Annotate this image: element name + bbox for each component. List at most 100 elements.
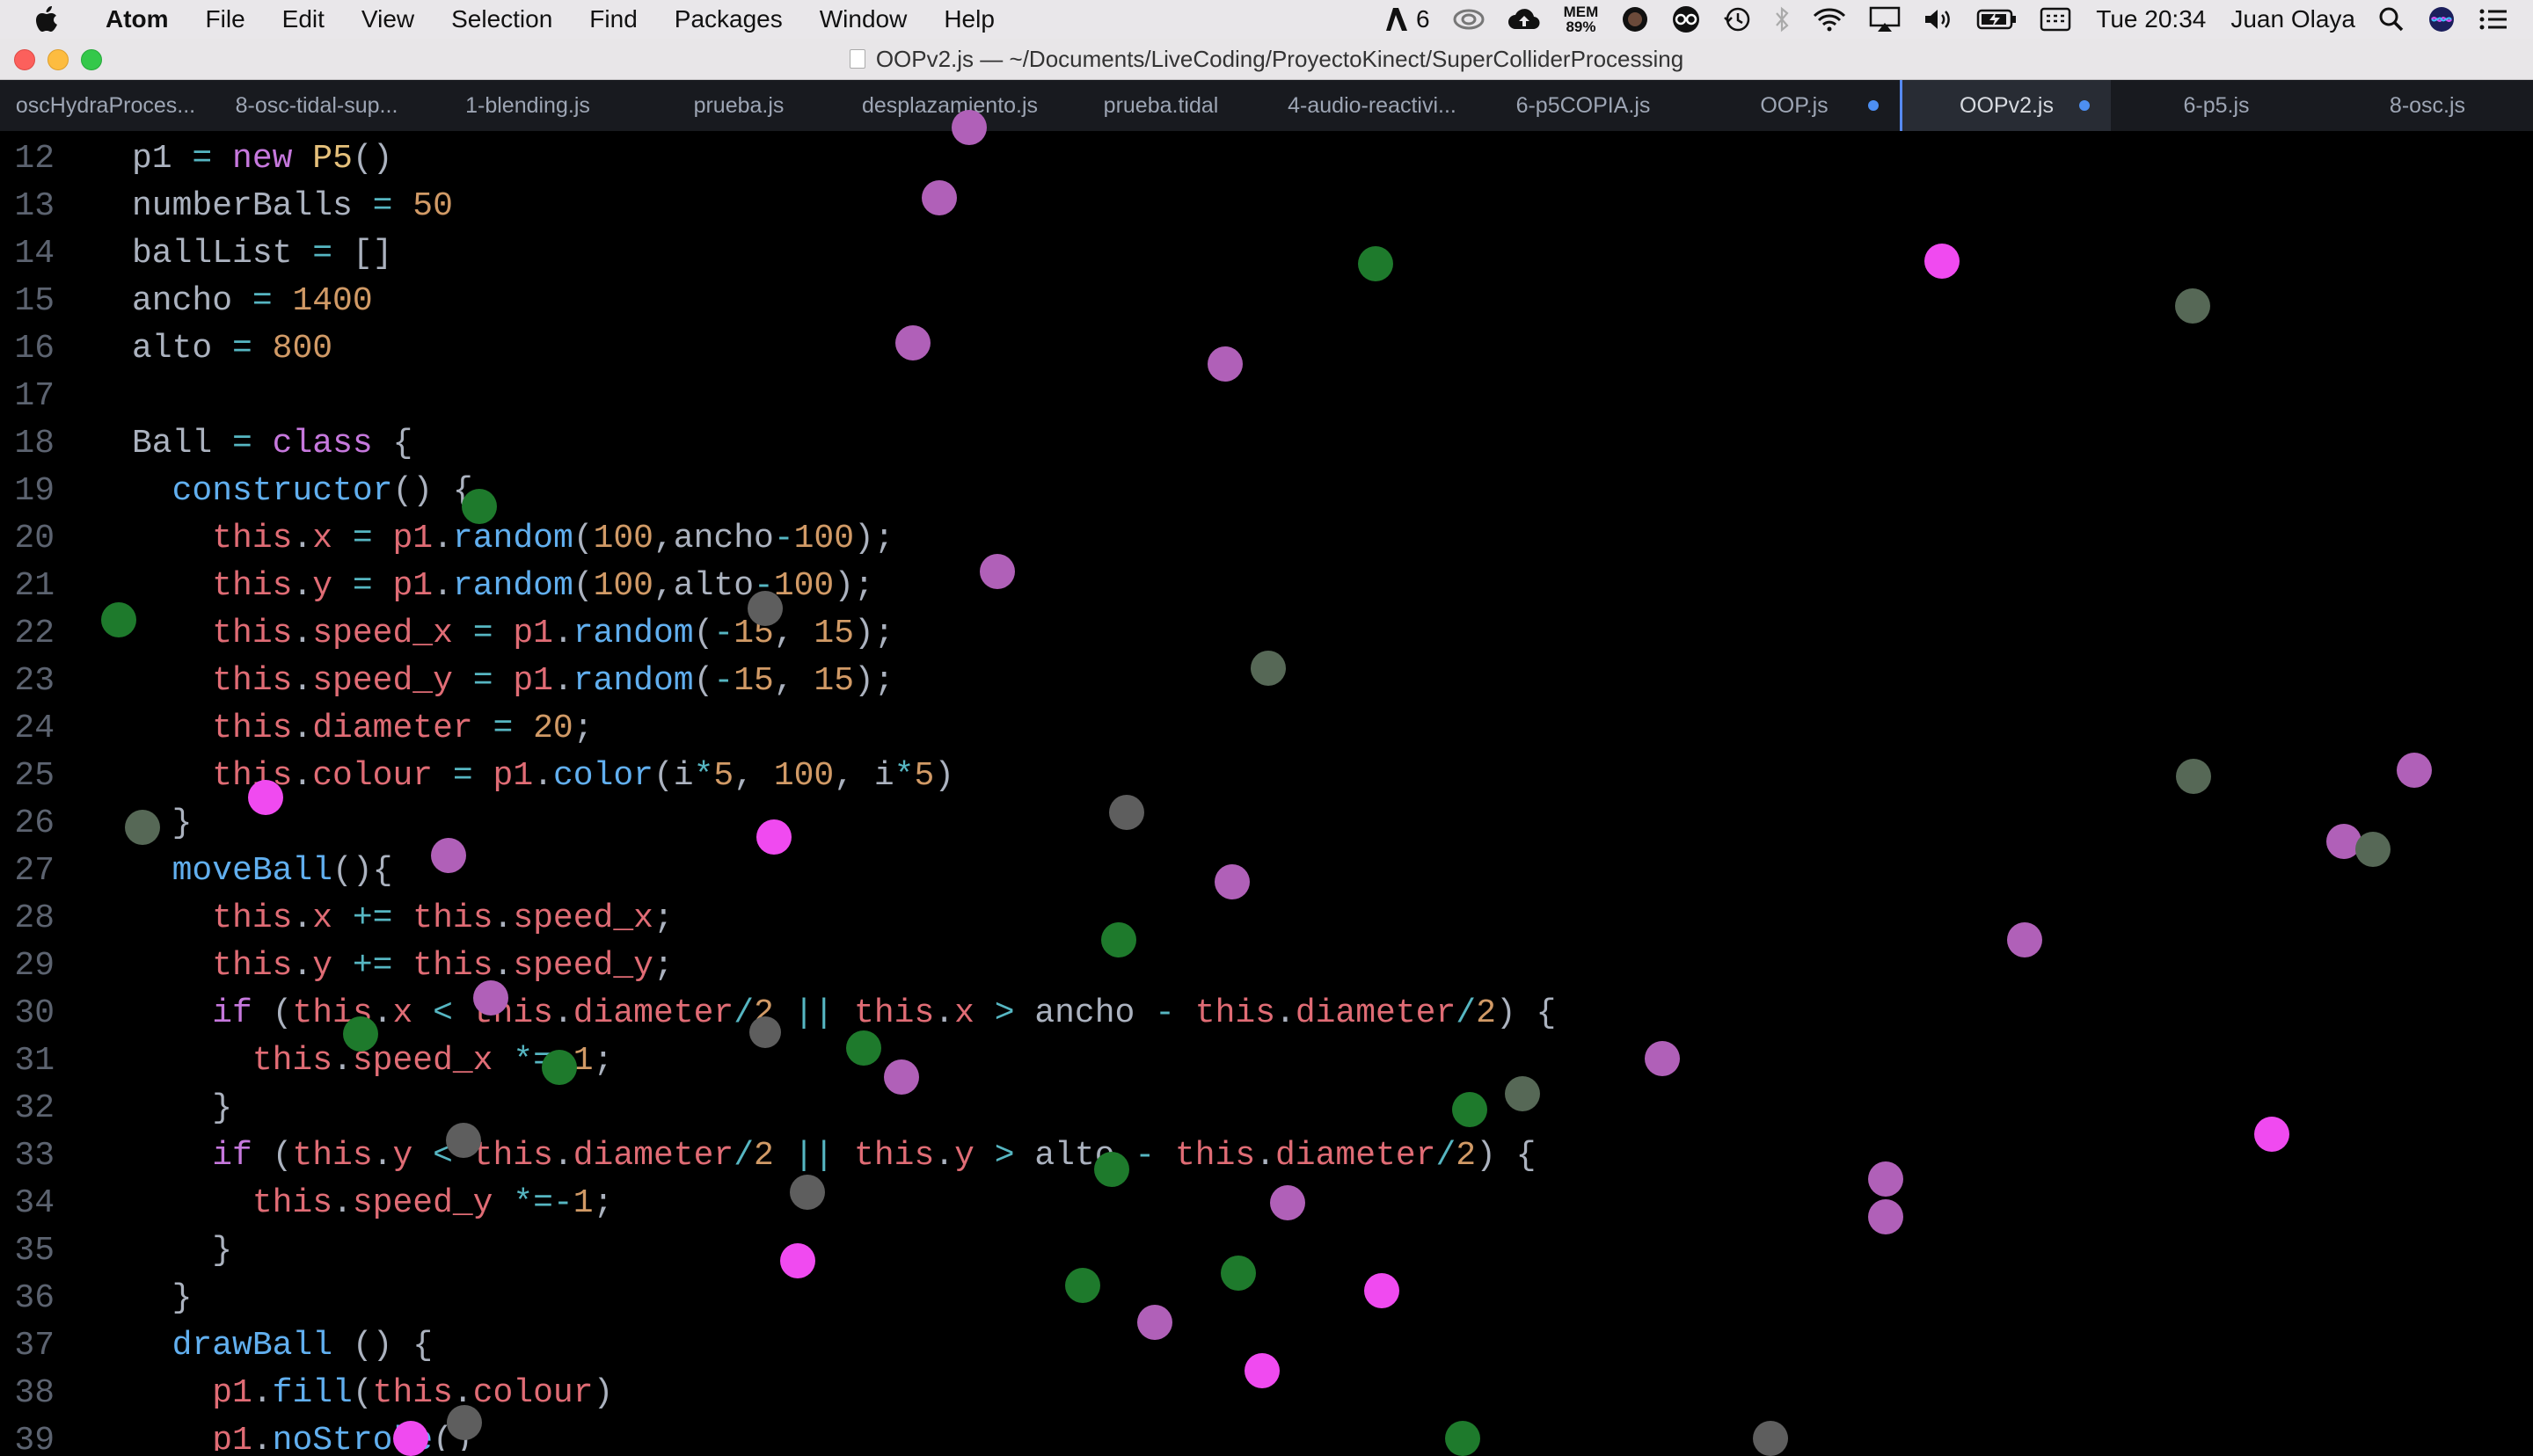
bluetooth-icon[interactable]: [1774, 0, 1790, 39]
code-token: ;: [573, 710, 594, 747]
line-number: 34: [14, 1184, 55, 1222]
code-token: =: [352, 567, 373, 605]
code-token: diameter: [573, 1137, 734, 1175]
adobe-icon[interactable]: 6: [1384, 0, 1430, 39]
tab-oopv2-active[interactable]: OOPv2.js: [1900, 80, 2111, 131]
spotlight-search-icon[interactable]: [2378, 0, 2405, 39]
menu-window[interactable]: Window: [820, 5, 908, 33]
code-token: p1: [212, 1374, 252, 1412]
airplay-icon[interactable]: [1869, 0, 1901, 39]
tab-label: OOP.js: [1760, 92, 1829, 118]
tab-8-osc[interactable]: 8-osc.js: [2322, 80, 2533, 131]
code-token: ) {: [1495, 994, 1557, 1032]
creative-cloud-icon[interactable]: [1453, 0, 1485, 39]
code-token: 1: [573, 1042, 594, 1080]
code-line[interactable]: this.x += this.speed_x;: [132, 899, 674, 937]
time-machine-icon[interactable]: [1723, 0, 1751, 39]
code-line[interactable]: alto = 800: [132, 330, 332, 368]
cloud-upload-icon[interactable]: [1507, 0, 1541, 39]
line-number: 25: [14, 757, 55, 795]
glasses-icon[interactable]: [1672, 0, 1700, 39]
siri-icon[interactable]: [2427, 0, 2456, 39]
code-line[interactable]: this.y += this.speed_y;: [132, 947, 674, 985]
code-line[interactable]: this.speed_x = p1.random(-15, 15);: [132, 615, 894, 652]
tab-8-osc-tidal[interactable]: 8-osc-tidal-sup...: [211, 80, 422, 131]
tab-6-p5[interactable]: 6-p5.js: [2111, 80, 2322, 131]
memory-meter[interactable]: MEM 89%: [1564, 0, 1599, 39]
notification-center-icon[interactable]: [2478, 0, 2508, 39]
code-line[interactable]: this.speed_x *=-1;: [132, 1042, 614, 1080]
code-line[interactable]: if (this.y < this.diameter/2 || this.y >…: [132, 1137, 1536, 1175]
code-token: .: [252, 1374, 273, 1412]
code-line[interactable]: this.colour = p1.color(i*5, 100, i*5): [132, 757, 954, 795]
code-line[interactable]: this.y = p1.random(100,alto-100);: [132, 567, 874, 605]
tab-bar: oscHydraProces... 8-osc-tidal-sup... 1-b…: [0, 80, 2533, 132]
code-line[interactable]: numberBalls = 50: [132, 187, 453, 225]
volume-icon[interactable]: [1923, 0, 1953, 39]
tab-1-blending[interactable]: 1-blending.js: [422, 80, 633, 131]
line-number: 30: [14, 994, 55, 1032]
clock[interactable]: Tue 20:34: [2096, 5, 2206, 33]
tab-prueba-tidal[interactable]: prueba.tidal: [1055, 80, 1266, 131]
app-menu-atom[interactable]: Atom: [106, 5, 169, 33]
code-token: random: [452, 520, 573, 557]
code-line[interactable]: }: [132, 1279, 193, 1317]
menu-packages[interactable]: Packages: [675, 5, 783, 33]
menu-find[interactable]: Find: [589, 5, 637, 33]
code-line[interactable]: p1 = new P5(): [132, 140, 393, 178]
user-name[interactable]: Juan Olaya: [2230, 5, 2355, 33]
code-line[interactable]: }: [132, 1232, 232, 1270]
code-token: .: [292, 567, 313, 605]
code-line[interactable]: if (this.x < this.diameter/2 || this.x >…: [132, 994, 1556, 1032]
tab-oschydraprocessing[interactable]: oscHydraProces...: [0, 80, 211, 131]
code-line[interactable]: p1.noStroke(): [132, 1422, 472, 1451]
menu-file[interactable]: File: [206, 5, 245, 33]
code-line[interactable]: p1.fill(this.colour): [132, 1374, 613, 1412]
menu-selection[interactable]: Selection: [451, 5, 552, 33]
tab-prueba-js[interactable]: prueba.js: [633, 80, 844, 131]
code-token: -: [773, 520, 794, 557]
menu-edit[interactable]: Edit: [282, 5, 325, 33]
code-line[interactable]: this.speed_y = p1.random(-15, 15);: [132, 662, 894, 700]
tab-6-p5copia[interactable]: 6-p5COPIA.js: [1478, 80, 1689, 131]
menu-view[interactable]: View: [361, 5, 414, 33]
code-token: *: [693, 757, 714, 795]
tab-desplazamiento[interactable]: desplazamiento.js: [844, 80, 1055, 131]
code-line[interactable]: this.diameter = 20;: [132, 710, 594, 747]
code-line[interactable]: this.speed_y *=-1;: [132, 1184, 614, 1222]
menu-help[interactable]: Help: [944, 5, 995, 33]
wifi-icon[interactable]: [1813, 0, 1846, 39]
code-line[interactable]: }: [132, 1089, 232, 1127]
apple-icon[interactable]: [35, 5, 60, 33]
code-line[interactable]: Ball = class {: [132, 425, 412, 462]
battery-icon[interactable]: [1976, 0, 2017, 39]
keyboard-viewer-icon[interactable]: [2040, 0, 2071, 39]
line-number: 21: [14, 567, 55, 605]
code-line[interactable]: }: [132, 804, 193, 842]
code-token: ballList: [132, 235, 313, 273]
code-line[interactable]: moveBall(){: [132, 852, 393, 890]
code-line[interactable]: constructor() {: [132, 472, 473, 510]
tab-oop[interactable]: OOP.js: [1689, 80, 1900, 131]
code-editor[interactable]: 12 p1 = new P5() 13 numberBalls = 50 14 ballL…: [0, 131, 2533, 1451]
code-token: .: [1275, 994, 1296, 1032]
tab-4-audio-reactive[interactable]: 4-audio-reactivi...: [1266, 80, 1478, 131]
code-token: (: [352, 1374, 373, 1412]
code-token: (: [693, 615, 714, 652]
code-line[interactable]: ancho = 1400: [132, 282, 373, 320]
code-line[interactable]: drawBall () {: [132, 1327, 433, 1365]
record-icon[interactable]: [1621, 0, 1649, 39]
code-line[interactable]: ballList = []: [132, 235, 392, 273]
code-token: 15: [734, 662, 774, 700]
tab-label: 6-p5COPIA.js: [1515, 92, 1651, 118]
code-line[interactable]: this.x = p1.random(100,ancho-100);: [132, 520, 894, 557]
